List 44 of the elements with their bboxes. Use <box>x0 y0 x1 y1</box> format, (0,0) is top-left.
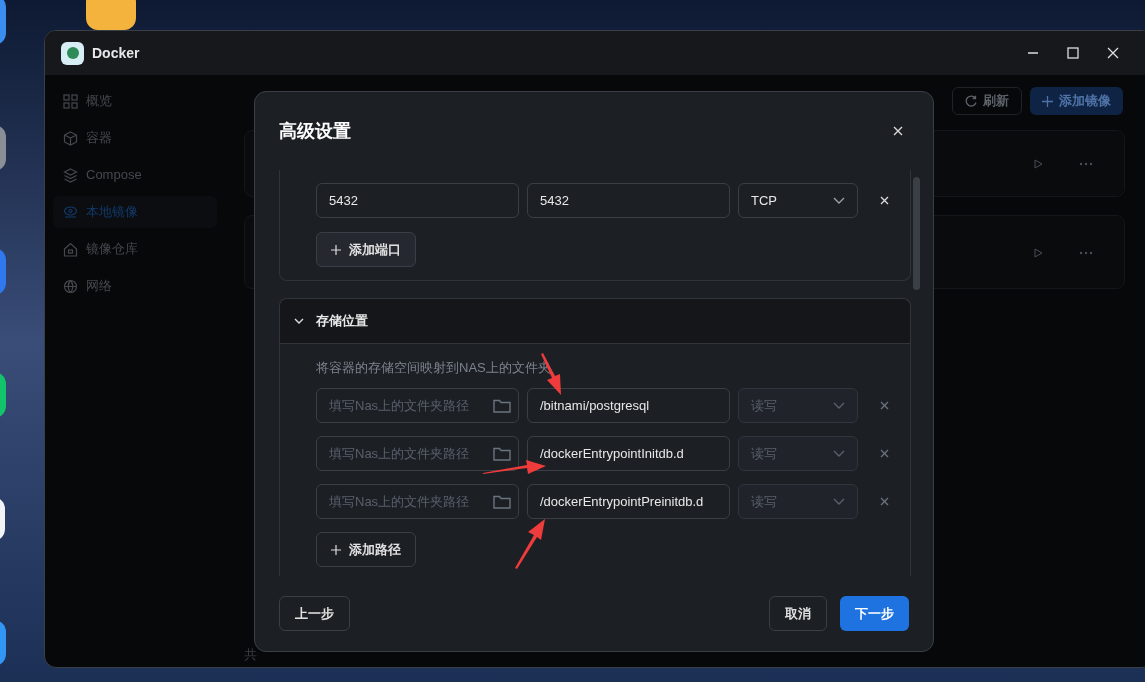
cancel-button[interactable]: 取消 <box>769 596 827 631</box>
chevron-down-icon <box>833 402 845 409</box>
plus-icon <box>331 544 341 555</box>
eye-icon <box>63 204 78 220</box>
plus-icon <box>1042 95 1053 107</box>
app-logo-icon <box>61 41 84 65</box>
cube-icon <box>63 130 78 146</box>
container-port-field[interactable]: 5432 <box>527 183 730 218</box>
globe-icon <box>63 278 78 294</box>
protocol-select[interactable]: TCP <box>738 183 858 218</box>
chevron-down-icon <box>833 197 845 204</box>
add-path-button[interactable]: 添加路径 <box>316 532 416 567</box>
more-icon[interactable] <box>1079 162 1093 166</box>
chevron-down-icon <box>833 498 845 505</box>
annotation-arrow <box>513 517 547 570</box>
chevron-down-icon <box>833 450 845 457</box>
back-button[interactable]: 上一步 <box>279 596 350 631</box>
window-title: Docker <box>92 43 140 63</box>
folder-icon[interactable] <box>493 398 511 413</box>
refresh-icon <box>965 95 977 107</box>
folder-icon[interactable] <box>493 446 511 461</box>
mode-select: 读写 <box>738 436 858 471</box>
add-port-button[interactable]: 添加端口 <box>316 232 416 267</box>
house-icon <box>63 241 78 257</box>
close-icon[interactable] <box>1107 47 1119 59</box>
grid-icon <box>63 93 78 109</box>
play-icon[interactable] <box>1033 159 1043 169</box>
chevron-icon <box>294 316 304 326</box>
section-header[interactable]: 存储位置 <box>280 299 910 344</box>
next-button[interactable]: 下一步 <box>840 596 909 631</box>
mode-select: 读写 <box>738 388 858 423</box>
layers-icon <box>63 167 78 183</box>
play-icon[interactable] <box>1033 248 1043 258</box>
item-count: 共 <box>244 646 257 664</box>
dialog-title: 高级设置 <box>279 119 351 143</box>
scrollbar[interactable] <box>913 177 920 290</box>
plus-icon <box>331 244 341 255</box>
host-port-field[interactable]: 5432 <box>316 183 519 218</box>
close-icon[interactable] <box>893 126 903 136</box>
app-icon[interactable] <box>86 0 136 30</box>
maximize-icon[interactable] <box>1067 47 1079 59</box>
folder-icon[interactable] <box>493 494 511 509</box>
more-icon[interactable] <box>1079 251 1093 255</box>
mode-select: 读写 <box>738 484 858 519</box>
